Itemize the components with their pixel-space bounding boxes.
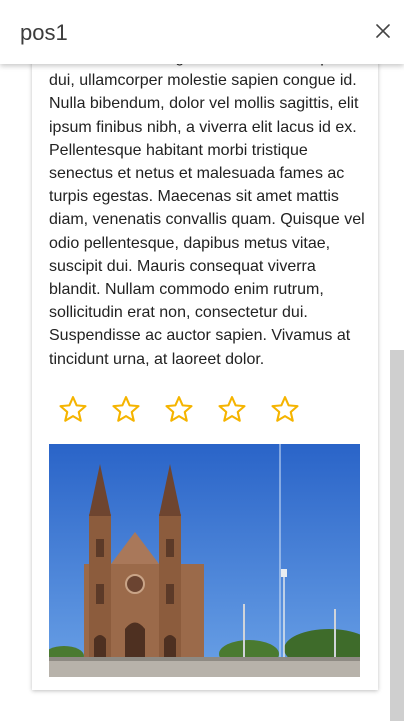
page-title: pos1 [20,20,68,45]
close-button[interactable] [372,20,394,42]
description-text: mi et facilisis. Integer vestibulum susc… [49,49,365,368]
header-bar: pos1 [0,0,404,64]
star-icon-4[interactable] [217,394,247,424]
star-icon-2[interactable] [111,394,141,424]
scrollbar[interactable] [390,350,404,721]
star-icon-3[interactable] [164,394,194,424]
star-icon-1[interactable] [58,394,88,424]
item-card: mi et facilisis. Integer vestibulum susc… [32,0,378,690]
scroll-content[interactable]: mi et facilisis. Integer vestibulum susc… [0,0,404,721]
cathedral-photo [49,444,360,677]
star-icon-5[interactable] [270,394,300,424]
close-icon [376,24,390,38]
star-rating[interactable] [49,394,369,426]
